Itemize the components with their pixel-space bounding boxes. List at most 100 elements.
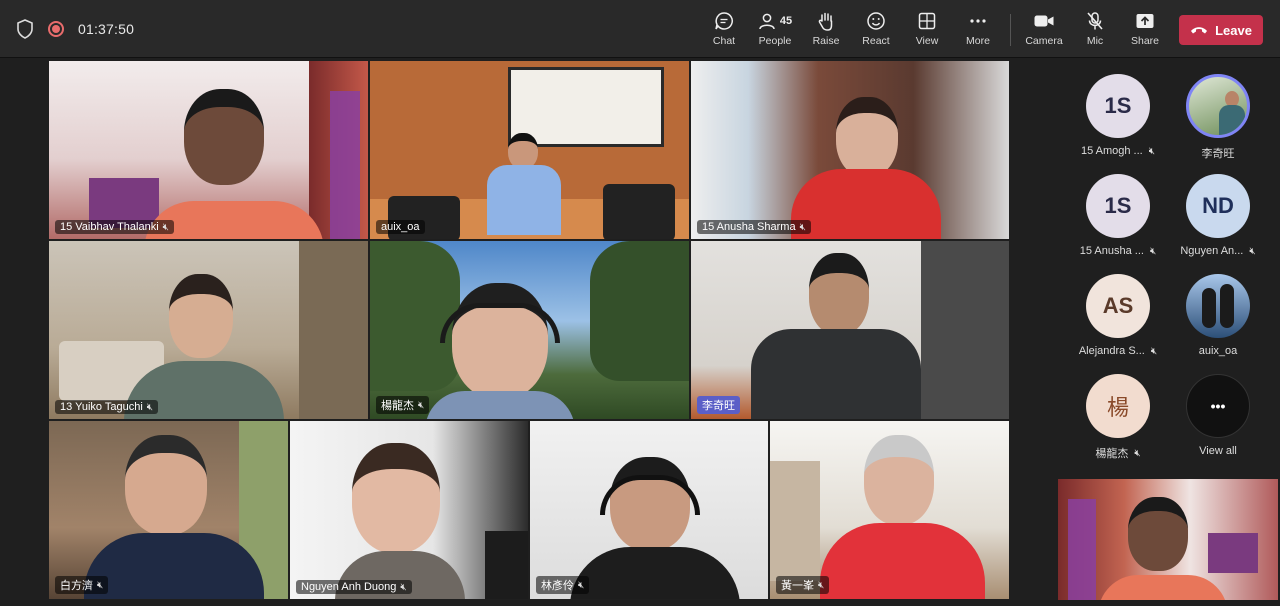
person-head	[508, 133, 538, 169]
mic-off-icon: 🔇︎	[418, 399, 425, 411]
video-tile[interactable]: 楊龍杰 🔇︎	[369, 240, 690, 420]
meeting-toolbar: 01:37:50 Chat 45 People Raise React View…	[0, 0, 1280, 58]
shield-icon[interactable]	[16, 19, 34, 39]
video-tile[interactable]: 13 Yuiko Taguchi 🔇︎	[48, 240, 369, 420]
participant-namebar: auix_oa	[376, 220, 425, 234]
roster-name-row: auix_oa	[1199, 345, 1238, 357]
mic-off-icon: 🔇︎	[97, 579, 104, 591]
participant-namebar: 黃一峯 🔇︎	[776, 576, 830, 594]
leave-label: Leave	[1215, 22, 1252, 38]
roster-name: 15 Anusha ...	[1079, 245, 1144, 257]
roster-name-row: Alejandra S... 🔇︎	[1079, 345, 1157, 357]
share-button[interactable]: Share	[1119, 10, 1171, 52]
participant-name: 15 Anusha Sharma	[702, 221, 796, 233]
view-all-button[interactable]: ••• View all	[1168, 374, 1268, 470]
participant-namebar: 李奇旺	[697, 396, 740, 414]
person-body	[751, 329, 921, 419]
smiley-icon	[866, 10, 886, 32]
participant-name: 白方濟	[60, 580, 93, 592]
participant-namebar: 15 Anusha Sharma 🔇︎	[697, 220, 811, 234]
roster-item[interactable]: AS Alejandra S... 🔇︎	[1068, 274, 1168, 370]
people-button[interactable]: 45 People	[749, 10, 801, 52]
roster-item[interactable]: 楊 楊龍杰 🔇︎	[1068, 374, 1168, 470]
roster-name: 李奇旺	[1201, 148, 1235, 160]
mic-off-icon: 🔇︎	[1150, 345, 1158, 357]
roster-name-row: 李奇旺	[1202, 145, 1235, 161]
react-button[interactable]: React	[850, 10, 902, 52]
self-view[interactable]	[1058, 479, 1278, 600]
meeting-status: 01:37:50	[16, 19, 134, 39]
person-body	[84, 533, 264, 599]
video-tile[interactable]: 林彥伶 🔇︎	[529, 420, 769, 600]
mic-button[interactable]: Mic	[1069, 10, 1121, 52]
roster-name: 15 Amogh ...	[1080, 145, 1143, 157]
mic-off-icon: 🔇︎	[799, 221, 806, 233]
penguin-icon	[1202, 288, 1216, 328]
avatar: ND	[1186, 174, 1250, 238]
participant-roster: 1S 15 Amogh ... 🔇︎ 李奇旺 1S 15 Anusha ... 🔇︎…	[1058, 70, 1280, 470]
tree	[370, 241, 460, 391]
participant-name: 黃一峯	[781, 580, 814, 592]
mic-off-icon: 🔇︎	[400, 581, 407, 593]
video-tile[interactable]: Nguyen Anh Duong 🔇︎	[289, 420, 529, 600]
video-tile[interactable]: 白方濟 🔇︎	[48, 420, 289, 600]
recording-icon	[48, 21, 64, 37]
person-head	[836, 97, 898, 177]
avatar	[1186, 274, 1250, 338]
camera-button[interactable]: Camera	[1018, 10, 1070, 52]
mic-label: Mic	[1086, 35, 1104, 47]
share-icon	[1135, 10, 1155, 32]
react-label: React	[862, 35, 890, 47]
person-body	[425, 391, 575, 419]
phone-hangup-icon	[1191, 27, 1208, 34]
video-tile[interactable]: 李奇旺	[690, 240, 1010, 420]
person-head	[169, 274, 233, 358]
video-tile[interactable]: auix_oa	[369, 60, 690, 240]
people-label: People	[758, 35, 792, 47]
mic-off-icon: 🔇︎	[1149, 245, 1157, 257]
avatar: 1S	[1086, 174, 1150, 238]
more-icon	[968, 10, 988, 32]
participant-namebar: 林彥伶 🔇︎	[536, 576, 590, 594]
participant-name: auix_oa	[381, 221, 420, 233]
mic-off-icon: 🔇︎	[1148, 145, 1156, 157]
avatar: AS	[1086, 274, 1150, 338]
more-icon: •••	[1186, 374, 1250, 438]
window	[921, 241, 1009, 419]
avatar: 1S	[1086, 74, 1150, 138]
person-head	[184, 89, 264, 185]
roster-item[interactable]: auix_oa	[1168, 274, 1268, 370]
person-head	[352, 443, 440, 553]
mic-off-icon: 🔇︎	[1249, 245, 1256, 257]
roster-item[interactable]: ND Nguyen An... 🔇︎	[1168, 174, 1268, 270]
video-tile[interactable]: 黃一峯 🔇︎	[769, 420, 1010, 600]
more-button[interactable]: More	[952, 10, 1004, 52]
view-button[interactable]: View	[901, 10, 953, 52]
chat-button[interactable]: Chat	[698, 10, 750, 52]
poster	[485, 531, 528, 599]
camera-icon	[1033, 10, 1055, 32]
roster-item[interactable]: 李奇旺	[1168, 74, 1268, 170]
view-all-label: View all	[1199, 445, 1237, 457]
wall-panel	[299, 241, 368, 419]
avatar: 楊	[1086, 374, 1150, 438]
roster-item[interactable]: 1S 15 Anusha ... 🔇︎	[1068, 174, 1168, 270]
video-tile[interactable]: 15 Anusha Sharma 🔇︎	[690, 60, 1010, 240]
roster-name-row: Nguyen An... 🔇︎	[1180, 245, 1255, 257]
raise-hand-button[interactable]: Raise	[800, 10, 852, 52]
people-count: 45	[779, 15, 793, 27]
participant-name: 林彥伶	[541, 580, 574, 592]
roster-item[interactable]: 1S 15 Amogh ... 🔇︎	[1068, 74, 1168, 170]
person-body	[791, 169, 941, 239]
participant-name: 李奇旺	[702, 400, 735, 412]
leave-button[interactable]: Leave	[1179, 15, 1263, 45]
video-tile[interactable]: 15 Vaibhav Thalanki 🔇︎	[48, 60, 369, 240]
chat-label: Chat	[712, 35, 736, 47]
roster-name-row: 15 Anusha ... 🔇︎	[1080, 245, 1157, 257]
mic-off-icon: 🔇︎	[146, 401, 154, 413]
roster-name-row: 15 Amogh ... 🔇︎	[1081, 145, 1155, 157]
participant-name: 楊龍杰	[381, 400, 414, 412]
curtain	[1208, 533, 1258, 573]
participant-namebar: 白方濟 🔇︎	[55, 576, 109, 594]
roster-name: auix_oa	[1198, 345, 1238, 357]
